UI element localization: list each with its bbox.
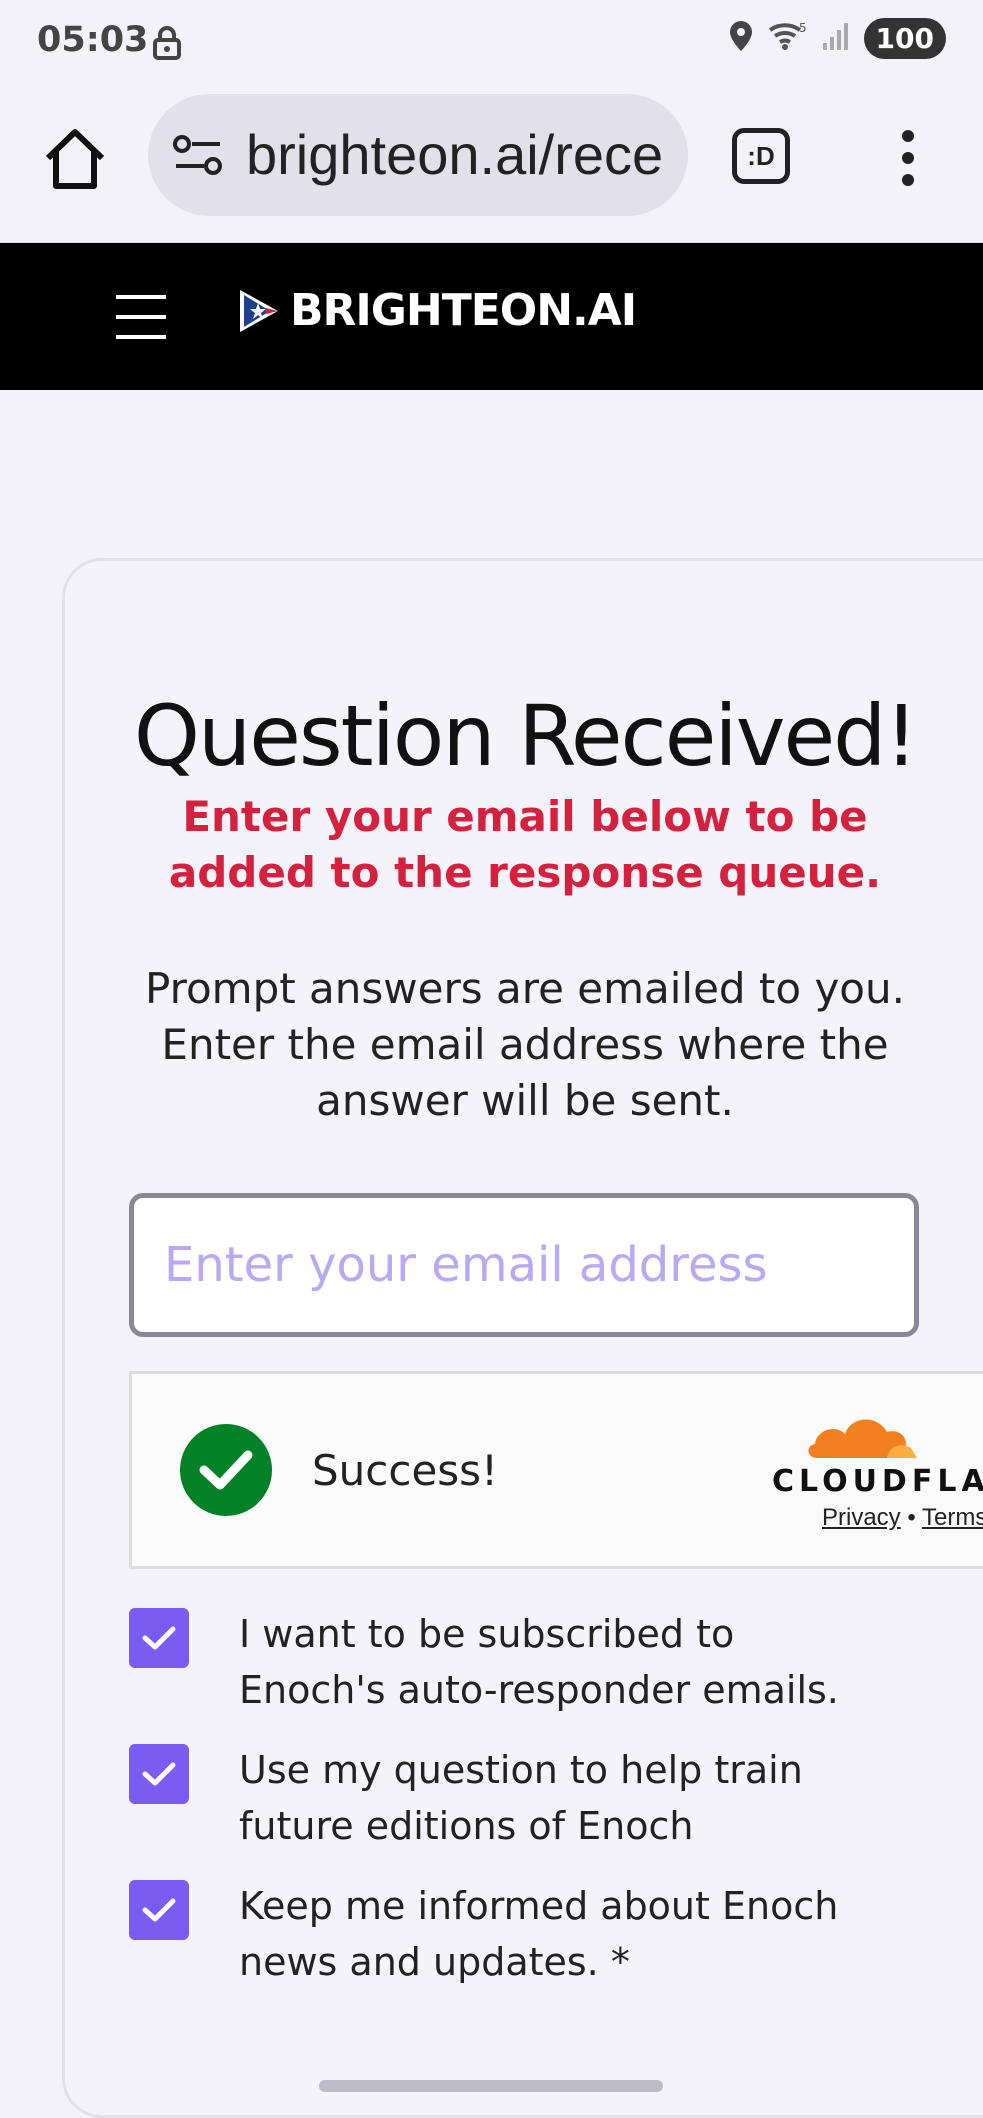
menu-button[interactable]: [112, 293, 170, 341]
wifi-icon: 5: [768, 20, 808, 57]
hamburger-icon: [116, 295, 166, 339]
check-icon: [142, 1626, 176, 1650]
gesture-navigation-bar[interactable]: [319, 2080, 663, 2092]
status-time: 05:03: [37, 20, 149, 60]
browser-menu-button[interactable]: [888, 126, 928, 190]
question-card: Question Received! Enter your email belo…: [62, 558, 983, 2118]
status-bar: 05:03 5 100: [0, 0, 983, 86]
privacy-link[interactable]: Privacy: [822, 1504, 901, 1531]
battery-indicator: 100: [863, 18, 946, 59]
cloudflare-cloud-icon: [777, 1402, 983, 1467]
link-separator: •: [907, 1504, 916, 1531]
check-icon: [142, 1762, 176, 1786]
home-button[interactable]: [40, 124, 110, 194]
terms-link[interactable]: Terms: [922, 1504, 983, 1531]
signal-icon: [822, 21, 850, 56]
success-check-icon: [180, 1424, 272, 1516]
cloudflare-wordmark: CLOUDFLARE: [772, 1464, 983, 1499]
brighteon-logo-icon: [240, 289, 278, 332]
tab-switcher-button[interactable]: :D: [732, 128, 790, 184]
alert-message: Enter your email below to be added to th…: [168, 792, 882, 897]
url-text: brighteon.ai/rece: [246, 123, 664, 186]
news-label: Keep me informed about Enoch news and up…: [239, 1884, 839, 1984]
page-title: Question Received!: [133, 687, 918, 786]
home-icon: [45, 129, 105, 189]
address-bar[interactable]: brighteon.ai/rece: [148, 94, 688, 216]
subscribe-option: I want to be subscribed to Enoch's auto-…: [129, 1606, 879, 1718]
check-icon: [142, 1898, 176, 1922]
subscribe-checkbox[interactable]: [129, 1608, 189, 1668]
info-message: Prompt answers are emailed to you. Enter…: [145, 964, 905, 1125]
subscribe-label: I want to be subscribed to Enoch's auto-…: [239, 1612, 839, 1712]
cloudflare-turnstile: Success! CLOUDFLARE Privacy • Terms: [129, 1371, 983, 1569]
turnstile-links: Privacy • Terms: [822, 1504, 983, 1532]
turnstile-status: Success!: [312, 1446, 498, 1495]
more-vert-icon: [902, 130, 914, 186]
brand-logo-link[interactable]: BRIGHTEON.AI: [236, 285, 637, 336]
train-option: Use my question to help train future edi…: [129, 1742, 879, 1854]
email-field[interactable]: [129, 1193, 919, 1337]
news-option: Keep me informed about Enoch news and up…: [129, 1878, 879, 1990]
svg-text:5: 5: [799, 21, 807, 35]
train-label: Use my question to help train future edi…: [239, 1748, 803, 1848]
lock-icon: [152, 26, 182, 65]
train-checkbox[interactable]: [129, 1744, 189, 1804]
brand-name: BRIGHTEON.AI: [290, 285, 637, 336]
site-settings-icon[interactable]: [172, 134, 224, 183]
site-header: BRIGHTEON.AI: [0, 243, 983, 390]
location-icon: [728, 19, 754, 58]
browser-toolbar: brighteon.ai/rece :D: [0, 86, 983, 245]
news-checkbox[interactable]: [129, 1880, 189, 1940]
